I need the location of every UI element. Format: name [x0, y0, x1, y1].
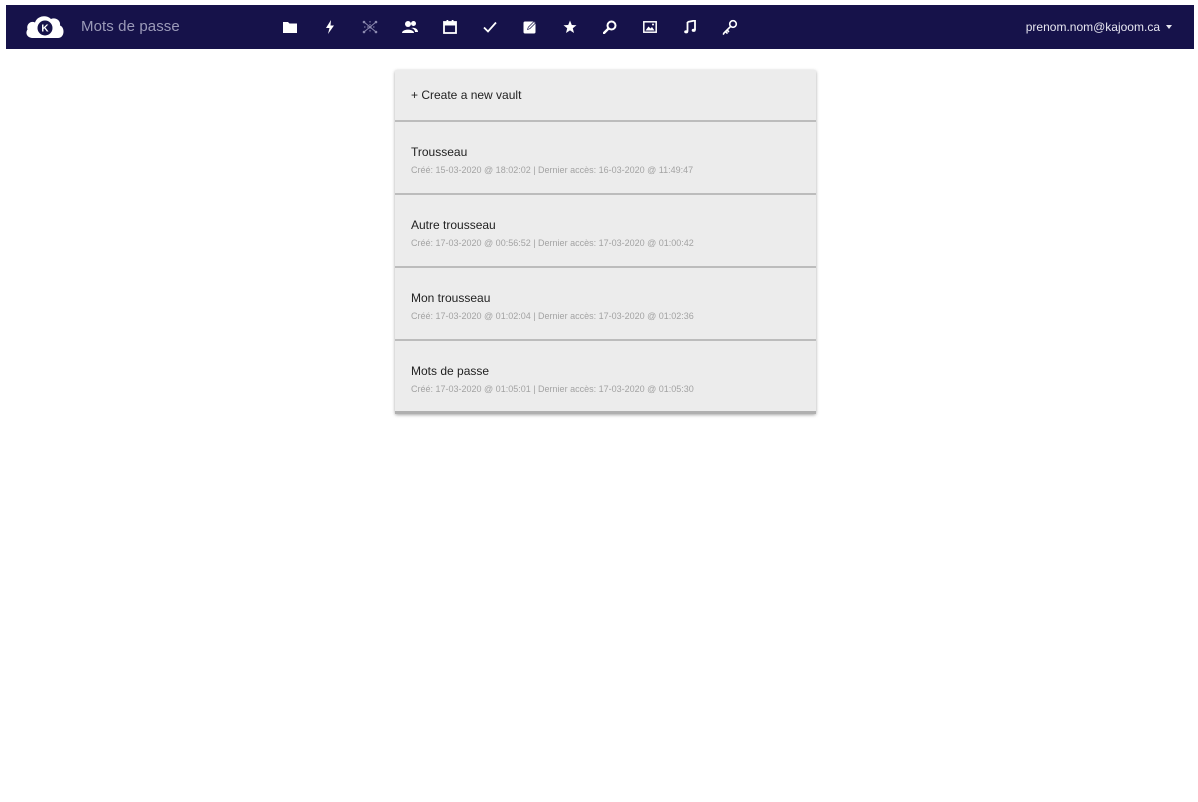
image-icon[interactable]: [630, 5, 670, 49]
vault-item[interactable]: Trousseau Créé: 15-03-2020 @ 18:02:02 | …: [395, 122, 816, 195]
app-title: Mots de passe: [81, 18, 180, 35]
music-icon[interactable]: [670, 5, 710, 49]
create-vault-button[interactable]: + Create a new vault: [395, 70, 816, 122]
top-navigation-bar: K Mots de passe prenom.nom@kajoom.ca: [6, 5, 1194, 49]
user-account-menu[interactable]: prenom.nom@kajoom.ca: [1026, 5, 1172, 49]
star-icon[interactable]: [550, 5, 590, 49]
user-email: prenom.nom@kajoom.ca: [1025, 20, 1160, 34]
vault-dates: Créé: 17-03-2020 @ 00:56:52 | Dernier ac…: [411, 238, 694, 248]
vault-list: + Create a new vault Trousseau Créé: 15-…: [395, 70, 816, 414]
vault-name: Trousseau: [411, 145, 468, 159]
svg-text:K: K: [41, 24, 49, 35]
contacts-icon[interactable]: [390, 5, 430, 49]
app-launcher: [270, 5, 750, 49]
vault-item[interactable]: Mots de passe Créé: 17-03-2020 @ 01:05:0…: [395, 341, 816, 414]
vault-name: Mots de passe: [411, 364, 490, 378]
search-icon[interactable]: [590, 5, 630, 49]
vault-dates: Créé: 17-03-2020 @ 01:02:04 | Dernier ac…: [411, 311, 694, 321]
checkmark-icon[interactable]: [470, 5, 510, 49]
chevron-down-icon: [1166, 25, 1172, 29]
kajoom-logo-icon[interactable]: K: [24, 12, 66, 42]
vault-dates: Créé: 17-03-2020 @ 01:05:01 | Dernier ac…: [411, 384, 694, 394]
lightning-icon[interactable]: [310, 5, 350, 49]
network-icon[interactable]: [350, 5, 390, 49]
calendar-icon[interactable]: [430, 5, 470, 49]
key-icon[interactable]: [710, 5, 750, 49]
notes-icon[interactable]: [510, 5, 550, 49]
vault-item[interactable]: Mon trousseau Créé: 17-03-2020 @ 01:02:0…: [395, 268, 816, 341]
folder-icon[interactable]: [270, 5, 310, 49]
vault-name: Mon trousseau: [411, 291, 491, 305]
vault-item[interactable]: Autre trousseau Créé: 17-03-2020 @ 00:56…: [395, 195, 816, 268]
vault-dates: Créé: 15-03-2020 @ 18:02:02 | Dernier ac…: [411, 165, 694, 175]
vault-name: Autre trousseau: [411, 218, 496, 232]
